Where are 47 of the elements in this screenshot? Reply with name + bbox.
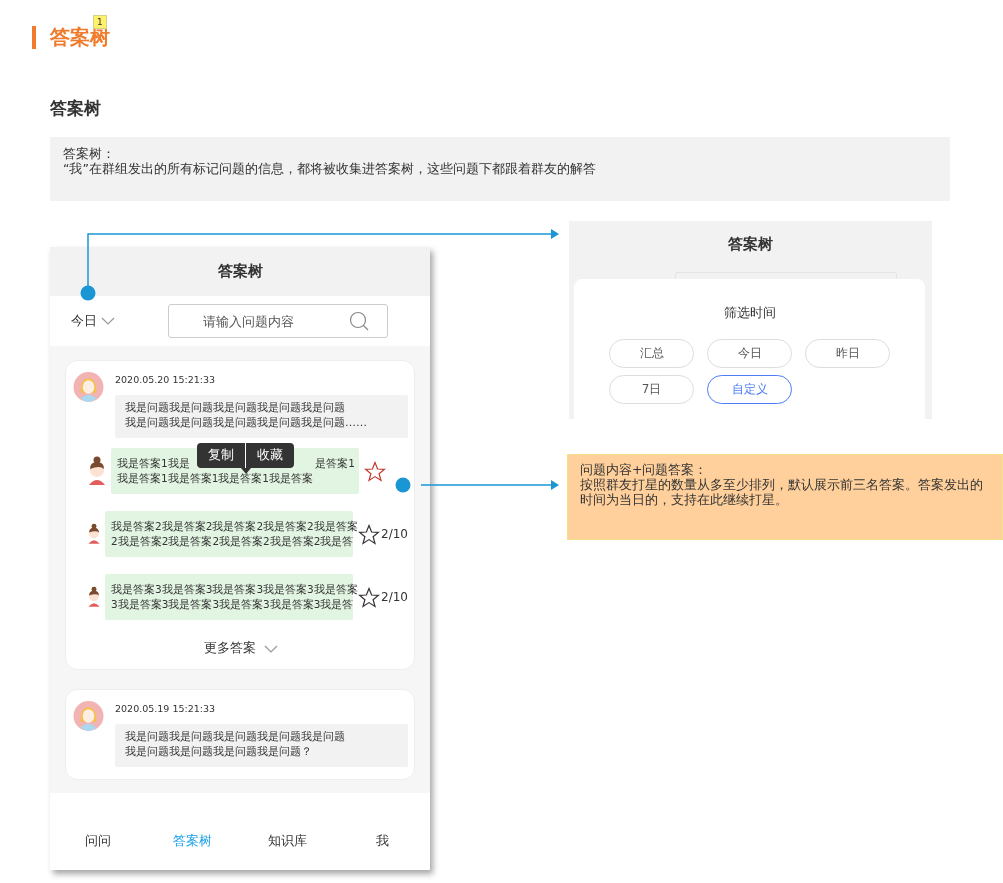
timestamp: 2020.05.19 15:21:33 [115,703,217,714]
star-icon[interactable] [364,460,386,482]
app-title: 答案树 [727,233,774,255]
avatar-icon [73,700,104,732]
answer-text: 是答案1 [315,456,355,471]
annotation-text: 按照群友打星的数量从多至少排列，默认展示前三名答案。答案发出的时间为当日的，支持在此继续打星。 [580,477,984,507]
marker-dot [80,285,96,301]
star-icon[interactable] [358,586,381,608]
sheet-title: 筛选时间 [723,304,776,322]
time-option[interactable]: 昨日 [805,339,890,368]
menu-item[interactable]: 收藏 [246,443,294,468]
answer-text: 3我是答案3我是答案3我是答案3我是答案3我是答 [111,597,354,612]
answer-text: 2我是答案2我是答案2我是答案2我是答案2我是答 [111,534,354,549]
search-icon [349,311,369,331]
avatar-icon [73,371,104,403]
time-option[interactable]: 今日 [707,339,792,368]
chevron-down-icon [263,644,278,653]
pointer-icon [240,468,251,474]
note-text: 答案树： [63,146,116,161]
menu-item[interactable]: 复制 [197,443,245,468]
star-count: 2/10 [381,527,408,541]
time-option[interactable]: 7日 [609,375,694,404]
app-title: 答案树 [50,247,430,296]
time-option[interactable]: 自定义 [707,375,792,404]
search-field[interactable]: 请输入问题内容 [168,304,388,338]
nav-tab[interactable]: 问问 [50,832,145,850]
answer-text: 我是答案1我是答案1我是答案1我是答案 [117,471,314,486]
answer-text: 我是答案1我是 [117,456,190,471]
chevron-down-icon [101,317,115,325]
more-answers-button[interactable]: 更多答案 [203,640,278,657]
question-text: 我是问题我是问题我是问题我是问题我是问题 [125,729,346,744]
nav-tab[interactable]: 我 [335,832,430,850]
date-filter[interactable]: 今日 [71,312,115,330]
question-text: 我是问题我是问题我是问题我是问题？ [125,744,313,759]
number-badge: 1 [93,14,107,29]
star-icon[interactable] [358,523,381,545]
timestamp: 2020.05.20 15:21:33 [115,374,217,385]
question-text: 我是问题我是问题我是问题我是问题我是问题 [125,400,346,415]
person-icon [87,456,107,486]
time-option[interactable]: 汇总 [609,339,694,368]
section-title: 答案树 [50,97,102,120]
star-count: 2/10 [381,590,408,604]
note-text: “我”在群组发出的所有标记问题的信息，都将被收集进答案树，这些问题下都跟着群友的解答 [63,161,597,176]
question-text: 我是问题我是问题我是问题我是问题我是问题…… [125,415,368,430]
nav-tab[interactable]: 知识库 [240,832,335,850]
annotation-text: 问题内容+问题答案： [580,462,709,477]
marker-dot [395,477,411,493]
